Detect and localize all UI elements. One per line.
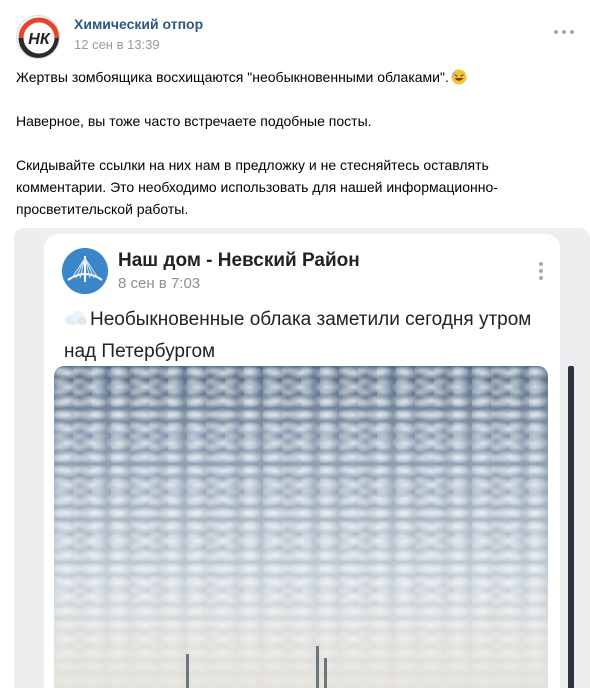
- svg-text:НК: НК: [28, 31, 51, 48]
- author-name-link[interactable]: Химический отпор: [74, 16, 203, 32]
- post-date[interactable]: 12 сен в 13:39: [74, 37, 160, 52]
- post-paragraph-1: Жертвы зомбоящика восхищаются "необыкнов…: [16, 66, 576, 88]
- screenshot-author: Наш дом - Невский Район: [118, 250, 360, 271]
- cloud-emoji-icon: [64, 305, 88, 325]
- clouds-photo: [54, 366, 548, 688]
- author-avatar[interactable]: НК: [16, 15, 60, 59]
- screenshot-text: Необыкновенные облака заметили сегодня у…: [64, 304, 544, 368]
- post-paragraph-2: Наверное, вы тоже часто встречаете подоб…: [16, 113, 372, 129]
- post-text: Жертвы зомбоящика восхищаются "необыкнов…: [16, 66, 576, 220]
- rolling-laughing-emoji-icon: [451, 69, 467, 85]
- post-header: НК Химический отпор 12 сен в 13:39: [16, 12, 576, 60]
- next-image-edge: [568, 366, 574, 688]
- narodny-kontrol-logo-icon: НК: [18, 17, 59, 58]
- more-dots-icon[interactable]: [552, 26, 576, 38]
- attached-screenshot[interactable]: Наш дом - Невский Район 8 сен в 7:03 Нео…: [14, 228, 590, 688]
- more-dots-vertical-icon: [536, 260, 546, 282]
- screenshot-post-card: Наш дом - Невский Район 8 сен в 7:03 Нео…: [44, 234, 560, 688]
- screenshot-date: 8 сен в 7:03: [118, 275, 201, 292]
- post-paragraph-3: Скидывайте ссылки на них нам в предложку…: [16, 157, 498, 217]
- bridge-logo-icon: [62, 248, 108, 294]
